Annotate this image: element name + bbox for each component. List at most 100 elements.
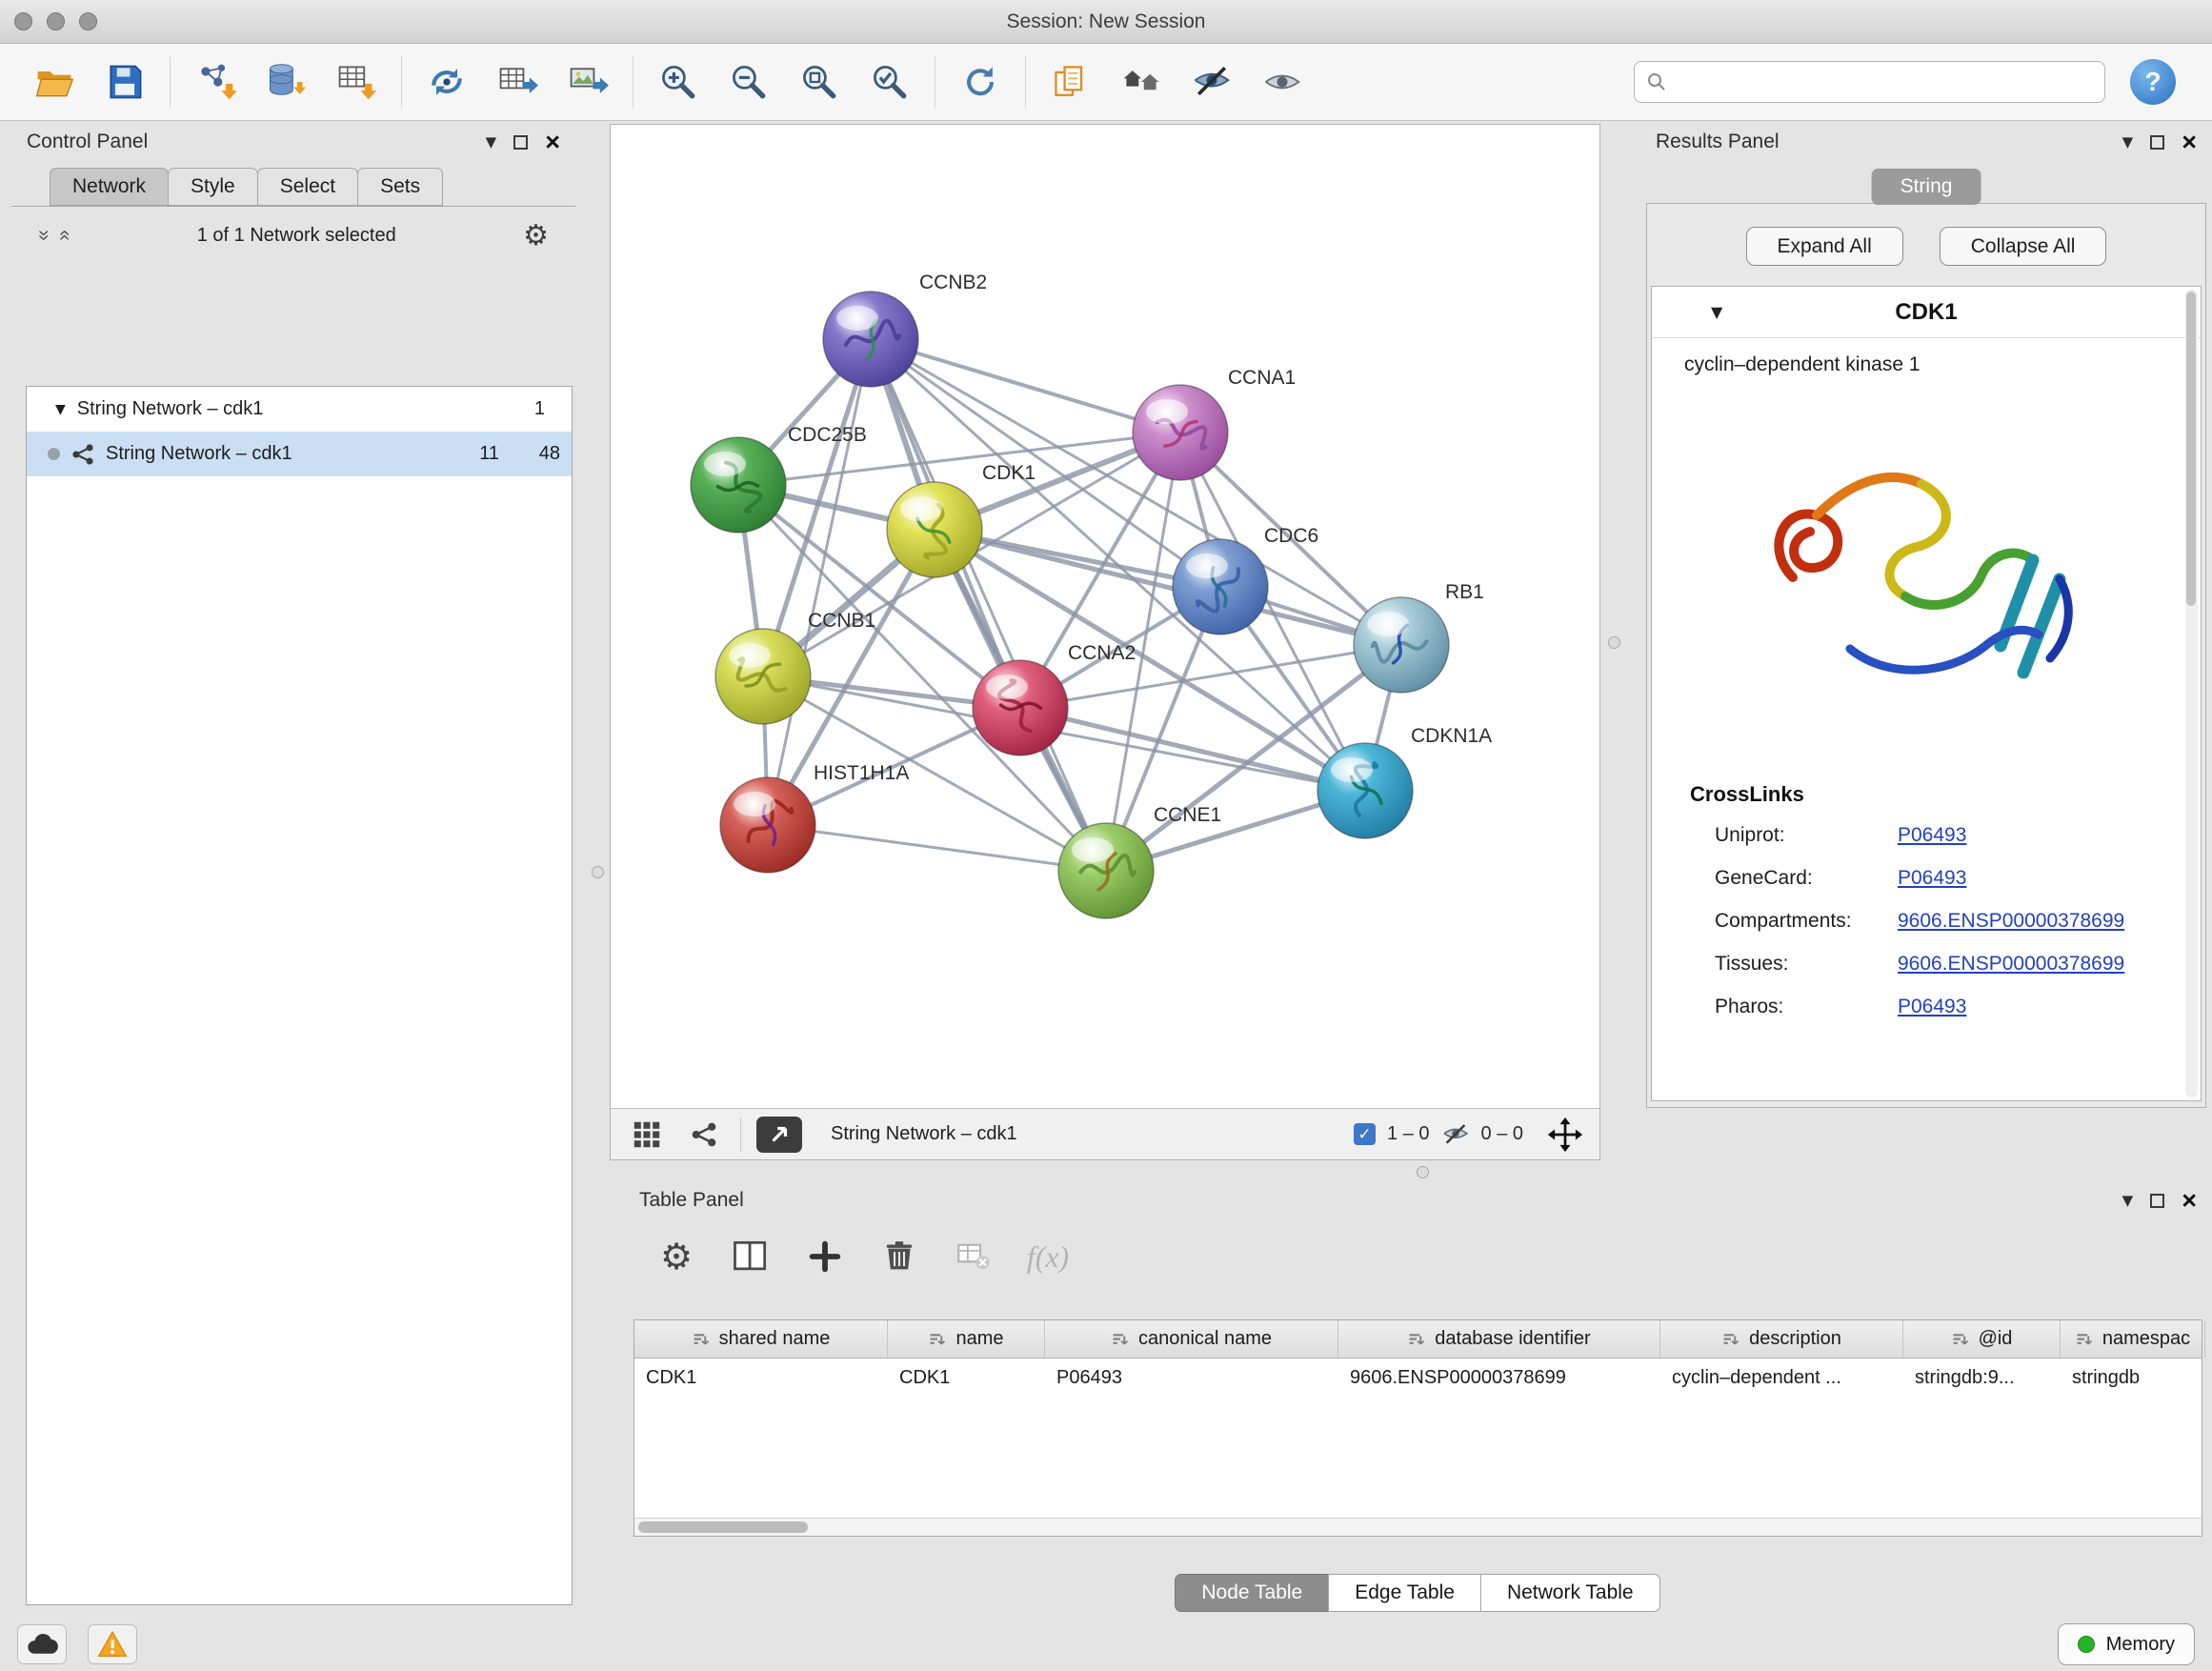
network-node-CCNB1[interactable] [715, 629, 811, 724]
column-header[interactable]: name [888, 1320, 1045, 1358]
network-node-CDC25B[interactable] [691, 437, 786, 533]
show-columns-button[interactable] [727, 1233, 774, 1280]
table-tabs: Node TableEdge TableNetwork Table [624, 1574, 2212, 1612]
birdseye-toggle-button[interactable] [756, 1117, 802, 1153]
network-node-CDC6[interactable] [1173, 539, 1268, 634]
tree-caret-icon[interactable]: ▼ [55, 402, 66, 417]
float-panel-icon[interactable] [513, 135, 528, 150]
search-box[interactable] [1634, 61, 2105, 103]
crosslink-value-link[interactable]: P06493 [1898, 993, 1966, 1021]
network-edge[interactable] [935, 530, 1401, 645]
grid-view-button[interactable] [626, 1116, 668, 1154]
network-edge[interactable] [768, 339, 871, 825]
memory-button[interactable]: Memory [2058, 1623, 2195, 1665]
help-button[interactable]: ? [2130, 59, 2176, 105]
selected-nodes-checkbox-icon[interactable]: ✓ [1354, 1123, 1376, 1145]
hide-selected-button[interactable] [1182, 53, 1241, 111]
network-node-CCNA2[interactable] [973, 660, 1068, 755]
delete-column-button[interactable] [875, 1233, 923, 1280]
new-network-button[interactable] [417, 53, 476, 111]
collapse-all-icon[interactable]: » [32, 230, 55, 241]
table-horizontal-scrollbar[interactable] [634, 1518, 2202, 1536]
network-edge[interactable] [871, 339, 1106, 871]
float-panel-icon[interactable] [2150, 135, 2164, 150]
bottom-splitter-handle[interactable] [1417, 1166, 1429, 1178]
network-overview-button[interactable] [683, 1116, 725, 1154]
tab-network-table[interactable]: Network Table [1480, 1574, 1660, 1612]
import-network-file-button[interactable] [186, 53, 245, 111]
column-header[interactable]: description [1660, 1320, 1903, 1358]
gene-section-header[interactable]: ▼ CDK1 [1652, 287, 2201, 338]
network-node-CDK1[interactable] [887, 482, 982, 577]
right-splitter-handle[interactable] [1608, 636, 1620, 649]
save-session-button[interactable] [95, 53, 154, 111]
zoom-fit-button[interactable] [790, 53, 849, 111]
network-edge[interactable] [768, 825, 1106, 871]
table-settings-button[interactable]: ⚙ [653, 1233, 700, 1280]
crosslink-value-link[interactable]: 9606.ENSP00000378699 [1898, 907, 2124, 936]
column-header[interactable]: @id [1903, 1320, 2061, 1358]
column-header[interactable]: namespac [2061, 1320, 2205, 1358]
expand-all-icon[interactable]: « [53, 230, 76, 241]
import-network-database-button[interactable] [256, 53, 315, 111]
collapse-gene-icon[interactable]: ▼ [1711, 303, 1722, 321]
collapse-all-button[interactable]: Collapse All [1940, 227, 2107, 266]
network-node-CCNE1[interactable] [1058, 823, 1154, 918]
tab-sets[interactable]: Sets [357, 168, 443, 206]
network-node-CCNA1[interactable] [1133, 385, 1228, 480]
close-panel-icon[interactable]: × [2182, 1188, 2197, 1214]
tab-select[interactable]: Select [257, 168, 358, 206]
zoom-selected-button[interactable] [860, 53, 919, 111]
network-canvas[interactable]: CCNB2CCNA1CDC25BCDK1CDC6RB1CCNB1CCNA2CDK… [611, 125, 1599, 1108]
network-node-CCNB2[interactable] [823, 292, 918, 387]
panel-menu-icon[interactable]: ▼ [2122, 1192, 2134, 1209]
crosslink-label: Tissues: [1715, 950, 1898, 978]
open-session-button[interactable] [25, 53, 84, 111]
close-panel-icon[interactable]: × [2182, 130, 2197, 155]
panel-menu-icon[interactable]: ▼ [2122, 133, 2134, 151]
network-tree: ▼ String Network – cdk1 1 String Network… [26, 386, 573, 1605]
tab-node-table[interactable]: Node Table [1175, 1574, 1329, 1612]
close-panel-icon[interactable]: × [545, 130, 560, 155]
network-node-CDKN1A[interactable] [1317, 743, 1413, 838]
column-header[interactable]: shared name [634, 1320, 888, 1358]
column-header[interactable]: canonical name [1045, 1320, 1338, 1358]
zoom-out-button[interactable] [719, 53, 778, 111]
add-column-button[interactable] [801, 1233, 849, 1280]
network-collection-row[interactable]: ▼ String Network – cdk1 1 [27, 387, 572, 432]
column-header[interactable]: database identifier [1338, 1320, 1660, 1358]
tab-network[interactable]: Network [50, 168, 169, 206]
pan-crosshair-icon[interactable] [1546, 1116, 1584, 1154]
show-all-button[interactable] [1253, 53, 1312, 111]
crosslink-value-link[interactable]: 9606.ENSP00000378699 [1898, 950, 2124, 978]
zoom-in-button[interactable] [649, 53, 708, 111]
network-options-gear-icon[interactable]: ⚙ [523, 219, 549, 252]
network-node-RB1[interactable] [1354, 597, 1449, 693]
panel-menu-icon[interactable]: ▼ [486, 133, 497, 151]
import-table-button[interactable] [327, 53, 386, 111]
expand-all-button[interactable]: Expand All [1746, 227, 1903, 266]
left-splitter-handle[interactable] [592, 866, 604, 878]
node-label: CCNA1 [1228, 367, 1296, 389]
crosslink-value-link[interactable]: P06493 [1898, 864, 1966, 893]
search-input[interactable] [1675, 71, 2093, 93]
cloud-button[interactable] [17, 1624, 67, 1664]
crosslink-value-link[interactable]: P06493 [1898, 821, 1966, 850]
table-scrollbar-thumb[interactable] [638, 1521, 808, 1533]
tab-string[interactable]: String [1872, 169, 1981, 205]
copy-document-button[interactable] [1041, 53, 1100, 111]
refresh-button[interactable] [951, 53, 1010, 111]
results-scrollbar-thumb[interactable] [2186, 292, 2196, 606]
export-table-button[interactable] [488, 53, 547, 111]
network-edge[interactable] [871, 339, 1180, 433]
tab-edge-table[interactable]: Edge Table [1328, 1574, 1481, 1612]
float-panel-icon[interactable] [2150, 1194, 2164, 1208]
results-scrollbar[interactable] [2185, 290, 2198, 1097]
warnings-button[interactable] [88, 1624, 137, 1664]
export-image-button[interactable] [558, 53, 617, 111]
network-node-HIST1H1A[interactable] [720, 777, 815, 873]
homes-button[interactable] [1112, 53, 1171, 111]
network-row-selected[interactable]: String Network – cdk1 11 48 [27, 432, 572, 476]
table-row[interactable]: CDK1CDK1P064939606.ENSP00000378699cyclin… [634, 1359, 2202, 1397]
tab-style[interactable]: Style [168, 168, 258, 206]
